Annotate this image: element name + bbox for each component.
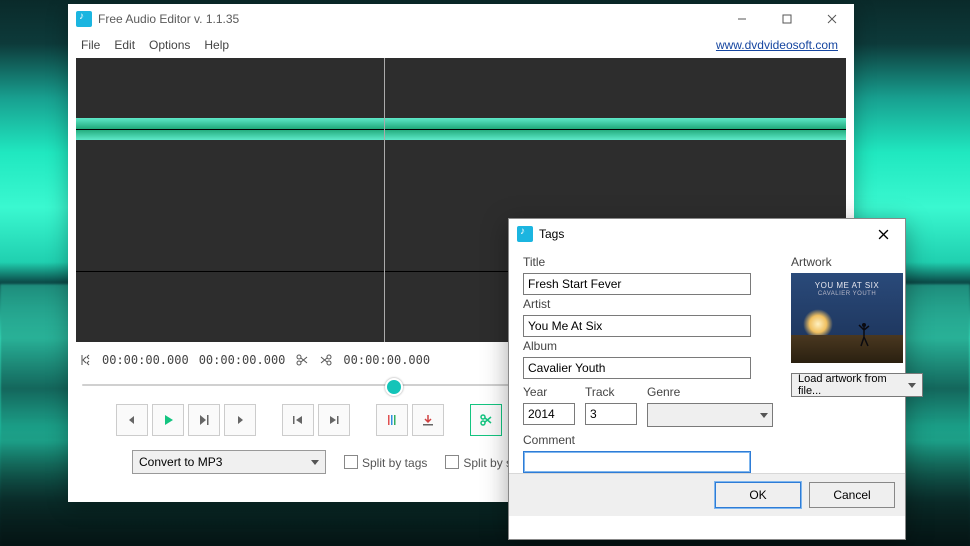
dialog-title: Tags [539,227,564,241]
convert-format-select[interactable]: Convert to MP3 [132,450,326,474]
selection-start-time: 00:00:00.000 [102,353,189,367]
play-selection-button[interactable] [188,404,220,436]
album-label: Album [523,339,773,353]
cut-left-icon [295,353,309,367]
year-input[interactable] [523,403,575,425]
comment-input[interactable] [523,451,751,473]
album-input[interactable] [523,357,751,379]
title-input[interactable] [523,273,751,295]
artwork-preview: YOU ME AT SIX CAVALIER YOUTH [791,273,903,363]
titlebar: Free Audio Editor v. 1.1.35 [68,4,854,34]
cancel-button[interactable]: Cancel [809,482,895,508]
menu-file[interactable]: File [74,35,107,55]
seek-forward-button[interactable] [224,404,256,436]
skip-start-button[interactable] [282,404,314,436]
window-controls [719,5,854,33]
track-input[interactable] [585,403,637,425]
dialog-app-icon [517,226,533,242]
track-label: Track [585,385,637,399]
chevron-down-icon [760,413,768,418]
ok-button[interactable]: OK [715,482,801,508]
app-icon [76,11,92,27]
seek-back-button[interactable] [116,404,148,436]
chevron-down-icon [908,383,916,388]
vendor-link[interactable]: www.dvdvideosoft.com [716,38,838,52]
comment-label: Comment [523,433,773,447]
maximize-button[interactable] [764,5,809,33]
marker-add-button[interactable] [376,404,408,436]
artwork-album-text: CAVALIER YOUTH [791,291,903,297]
genre-label: Genre [647,385,773,399]
close-button[interactable] [809,5,854,33]
selection-end-time: 00:00:00.000 [199,353,286,367]
chevron-down-icon [311,460,319,465]
artwork-band-text: YOU ME AT SIX [791,281,903,290]
marker-download-button[interactable] [412,404,444,436]
waveform-channel-left [76,58,846,200]
current-time: 00:00:00.000 [343,353,430,367]
artist-label: Artist [523,297,773,311]
split-by-tags-checkbox[interactable]: Split by tags [344,455,427,470]
skip-end-button[interactable] [318,404,350,436]
artist-input[interactable] [523,315,751,337]
play-button[interactable] [152,404,184,436]
window-title: Free Audio Editor v. 1.1.35 [98,12,239,26]
artwork-label: Artwork [791,255,909,269]
split-by-silence-checkbox[interactable]: Split by s [445,455,512,470]
cut-button[interactable] [470,404,502,436]
cut-right-icon [319,353,333,367]
year-label: Year [523,385,575,399]
playhead[interactable] [384,58,385,342]
minimize-button[interactable] [719,5,764,33]
menubar: File Edit Options Help www.dvdvideosoft.… [68,34,854,56]
menu-help[interactable]: Help [197,35,236,55]
genre-select[interactable] [647,403,773,427]
dialog-button-row: OK Cancel [509,473,905,516]
selection-start-icon [78,353,92,367]
slider-thumb[interactable] [385,378,403,396]
convert-format-label: Convert to MP3 [139,455,222,469]
title-label: Title [523,255,773,269]
load-artwork-button[interactable]: Load artwork from file... [791,373,923,397]
dialog-titlebar: Tags [509,219,905,249]
menu-options[interactable]: Options [142,35,197,55]
menu-edit[interactable]: Edit [107,35,142,55]
dialog-close-button[interactable] [869,221,897,247]
tags-dialog: Tags Title Artist Album Year Track Genre [508,218,906,540]
